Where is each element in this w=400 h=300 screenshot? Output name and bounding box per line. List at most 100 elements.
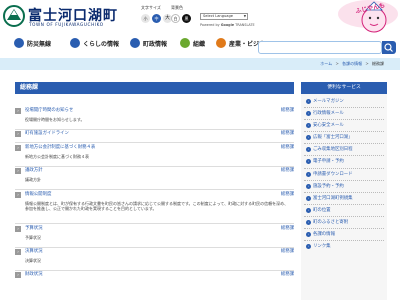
entry-dept-link[interactable]: 総務課 — [281, 192, 294, 198]
entry-link[interactable]: 議政方針 — [25, 168, 43, 174]
entry-link[interactable]: 財政状況 — [25, 272, 43, 278]
list-item: › 財政状況 総務課 — [15, 271, 294, 280]
chevron-right-icon: › — [306, 219, 311, 225]
chevron-down-icon: ▼ — [243, 14, 246, 18]
site-search-button[interactable] — [382, 41, 396, 54]
font-size-standard-button[interactable]: 中 — [152, 14, 161, 23]
entry-list: › 役場開庁時間のお知らせ 総務課 役場開庁時間をお知らせします。 › 町有施設… — [15, 108, 294, 280]
entry-link[interactable]: 新地方公会計制度に基づく財務４表 — [25, 145, 95, 151]
search-icon — [384, 43, 393, 52]
sidebar-item-label: 行政情報メール — [313, 111, 344, 117]
building-icon — [130, 38, 140, 48]
breadcrumb-home-link[interactable]: ホーム — [320, 61, 332, 66]
entry-description: 役場開庁時間をお知らせします。 — [25, 117, 85, 122]
breadcrumb-separator: > — [335, 61, 339, 66]
nav-item-label: くらしの情報 — [83, 40, 120, 48]
entry-link[interactable]: 町有施設ガイドライン — [25, 131, 69, 137]
breadcrumb-current: 総務課 — [372, 61, 384, 66]
sidebar-convenient-services: 便利なサービス › メールマガジン › 行政情報メール › 安心安全メール › 広報「富… — [301, 82, 387, 300]
powered-by-label: Powered by — [200, 23, 220, 27]
chevron-right-icon: › — [306, 123, 311, 129]
chevron-right-icon: › — [306, 183, 311, 189]
chevron-right-icon: › — [15, 131, 21, 138]
chevron-right-icon: › — [15, 145, 21, 152]
divider — [15, 142, 294, 144]
entry-link[interactable]: 予算状況 — [25, 226, 43, 232]
entry-description: 情報公開制度とは、町が保有する行政文書を町民の皆さんの請求に応じて公開する制度で… — [25, 200, 289, 212]
chevron-right-icon: › — [306, 207, 311, 213]
sidebar-item-label: 電子申請・予約 — [313, 159, 344, 165]
font-size-small-button[interactable]: 小 — [141, 14, 150, 23]
sidebar-item-label: 申請書ダウンロード — [313, 171, 353, 177]
sidebar-item-admin-info-mail[interactable]: › 行政情報メール — [304, 108, 384, 121]
divider — [15, 222, 294, 224]
nav-item-living-info[interactable]: くらしの情報 — [70, 33, 119, 53]
sidebar-item-e-application[interactable]: › 電子申請・予約 — [304, 156, 384, 169]
nav-item-label: 組織 — [193, 40, 206, 48]
sidebar-item-label: 施設予約・予約 — [313, 183, 344, 189]
sidebar-item-department-info[interactable]: › 各課の情報 — [304, 229, 384, 242]
breadcrumb-bar: ホーム > 各課の情報 > 総務課 — [0, 58, 400, 70]
entry-dept-link[interactable]: 総務課 — [281, 272, 294, 278]
chevron-right-icon: › — [306, 232, 311, 238]
language-select[interactable]: Select Language ▼ — [200, 13, 248, 20]
sidebar-item-mail-magazine[interactable]: › メールマガジン — [304, 96, 384, 109]
chevron-right-icon: › — [15, 225, 21, 232]
entry-dept-link[interactable]: 総務課 — [281, 145, 294, 151]
list-item: › 新地方公会計制度に基づく財務４表 総務課 新地方公会計制度に基づく財務４表 — [15, 145, 294, 168]
sidebar-item-facility-reservation[interactable]: › 施設予約・予約 — [304, 181, 384, 193]
list-item: › 役場開庁時間のお知らせ 総務課 役場開庁時間をお知らせします。 — [15, 108, 294, 131]
sidebar-item-town-regulations[interactable]: › 富士河口湖町例規集 — [304, 193, 384, 205]
background-black-button[interactable]: 黒 — [182, 14, 191, 23]
sidebar-item-label: 富士河口湖町例規集 — [313, 195, 353, 201]
nav-item-organization[interactable]: 組織 — [180, 33, 205, 53]
page-title: 総務課 — [15, 82, 294, 94]
sidebar-title: 便利なサービス — [301, 82, 387, 94]
chevron-right-icon: › — [15, 248, 21, 255]
entry-description: 新地方公会計制度に基づく財務４表 — [25, 154, 89, 160]
chevron-right-icon: › — [306, 195, 311, 201]
chevron-right-icon: › — [306, 99, 311, 104]
nav-item-town-admin[interactable]: 町政情報 — [130, 33, 167, 53]
radio-icon — [14, 38, 24, 48]
site-search-input[interactable] — [258, 41, 382, 54]
entry-dept-link[interactable]: 総務課 — [281, 131, 294, 137]
breadcrumb-separator: > — [365, 61, 369, 66]
nav-item-disaster-radio[interactable]: 防災無線 — [14, 33, 51, 53]
sidebar-item-garbage-schedule[interactable]: › ごみ収集地区別日程 — [304, 144, 384, 157]
list-item: › 情報公開制度 総務課 情報公開制度とは、町が保有する行政文書を町民の皆さんの… — [15, 191, 294, 226]
powered-by-google-translate[interactable]: Powered by Google TRANSLATE — [200, 23, 255, 27]
entry-dept-link[interactable]: 総務課 — [281, 168, 294, 174]
nav-item-label: 町政情報 — [143, 40, 168, 48]
list-item: › 決算状況 総務課 決算状況 — [15, 248, 294, 272]
chevron-right-icon: › — [15, 271, 21, 278]
sidebar-item-public-relations[interactable]: › 広報「富士河口湖」 — [304, 132, 384, 145]
chevron-right-icon: › — [306, 159, 311, 165]
sidebar-item-safety-mail[interactable]: › 安心安全メール — [304, 120, 384, 133]
sidebar-item-label: メールマガジン — [313, 99, 344, 104]
sidebar-item-label: リンク集 — [313, 244, 331, 250]
sidebar-item-label: 広報「富士河口湖」 — [313, 135, 353, 141]
divider — [15, 246, 294, 248]
sidebar-item-town-location[interactable]: › 町の位置 — [304, 205, 384, 217]
sidebar-item-form-download[interactable]: › 申請書ダウンロード — [304, 169, 384, 181]
org-icon — [180, 38, 190, 48]
sidebar-item-links[interactable]: › リンク集 — [304, 241, 384, 253]
language-select-value: Select Language — [203, 14, 233, 18]
chevron-right-icon: › — [15, 108, 21, 114]
town-emblem-icon[interactable] — [3, 4, 25, 28]
chevron-right-icon: › — [306, 135, 311, 141]
entry-link[interactable]: 情報公開制度 — [25, 192, 51, 198]
entry-dept-link[interactable]: 総務課 — [281, 249, 294, 255]
site-subtitle: TOWN OF FUJIKAWAGUCHIKO — [29, 22, 104, 27]
background-white-button[interactable]: 白 — [171, 14, 180, 23]
entry-dept-link[interactable]: 総務課 — [281, 226, 294, 232]
list-item: › 議政方針 総務課 議政方針 — [15, 168, 294, 191]
entry-link[interactable]: 決算状況 — [25, 249, 43, 255]
breadcrumb-section-link[interactable]: 各課の情報 — [342, 61, 362, 66]
entry-link[interactable]: 役場開庁時間のお知らせ — [25, 108, 73, 114]
sidebar-item-hometown-donation[interactable]: › 町のふるさと寄附 — [304, 217, 384, 230]
entry-description: 議政方針 — [25, 177, 41, 183]
sidebar-item-label: 各課の情報 — [313, 232, 335, 238]
entry-dept-link[interactable]: 総務課 — [281, 108, 294, 114]
